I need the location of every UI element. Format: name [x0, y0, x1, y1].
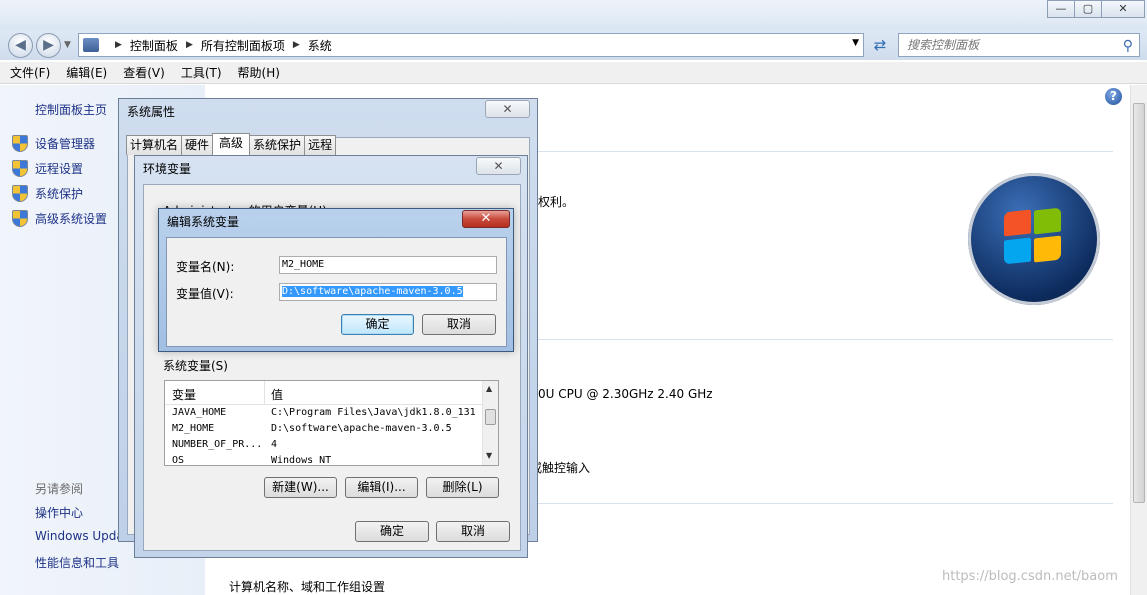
edit-variable-button[interactable]: 编辑(I)...: [345, 477, 418, 498]
help-icon[interactable]: ?: [1105, 88, 1122, 105]
variable-name-field[interactable]: M2_HOME: [279, 256, 497, 274]
sidebar-item-label: 设备管理器: [35, 137, 96, 151]
scrollbar-thumb[interactable]: [485, 409, 496, 425]
rights-text: 权利。: [538, 195, 575, 209]
tab-advanced[interactable]: 高级: [212, 133, 251, 155]
sidebar-item-label: 系统保护: [35, 187, 84, 201]
menu-help[interactable]: 帮助(H): [238, 64, 280, 81]
sidebar-item-remote-settings[interactable]: 远程设置: [12, 160, 83, 177]
tab-hardware[interactable]: 硬件: [181, 135, 214, 155]
dialog-title: 系统属性: [127, 105, 176, 119]
breadcrumb-item[interactable]: 所有控制面板项: [201, 37, 285, 54]
close-icon[interactable]: ✕: [462, 210, 510, 228]
window-controls: — ▢ ✕: [1047, 0, 1145, 18]
breadcrumb-item[interactable]: 系统: [308, 37, 332, 54]
delete-variable-button[interactable]: 删除(L): [426, 477, 499, 498]
tab-system-protection[interactable]: 系统保护: [249, 135, 306, 155]
tab-remote[interactable]: 远程: [304, 135, 337, 155]
shield-icon: [12, 160, 28, 177]
see-also-heading: 另请参阅: [35, 482, 84, 496]
address-dropdown-icon[interactable]: ▼: [852, 38, 859, 48]
sidebar-item-system-protection[interactable]: 系统保护: [12, 185, 83, 202]
cpu-text: 0U CPU @ 2.30GHz 2.40 GHz: [538, 387, 713, 401]
close-button[interactable]: ✕: [1101, 0, 1145, 18]
see-also-performance[interactable]: 性能信息和工具: [35, 554, 119, 571]
computer-name-section-heading: 计算机名称、域和工作组设置: [229, 580, 386, 594]
menu-edit[interactable]: 编辑(E): [66, 64, 107, 81]
touch-text: 或触控输入: [530, 461, 591, 475]
close-icon[interactable]: ✕: [476, 157, 521, 175]
search-icon[interactable]: ⚲: [1123, 35, 1133, 57]
dialog-title: 环境变量: [143, 162, 192, 176]
shield-icon: [12, 135, 28, 152]
sidebar-item-label: 高级系统设置: [35, 212, 108, 226]
tab-computer-name[interactable]: 计算机名: [126, 135, 183, 155]
edit-ok-button[interactable]: 确定: [341, 314, 414, 335]
menu-bar: 文件(F) 编辑(E) 查看(V) 工具(T) 帮助(H): [0, 62, 1147, 84]
window-titlebar: — ▢ ✕: [0, 0, 1147, 30]
search-box[interactable]: ⚲: [898, 33, 1140, 57]
control-panel-icon: [83, 38, 99, 52]
watermark: https://blog.csdn.net/baom: [942, 569, 1118, 584]
new-variable-button[interactable]: 新建(W)...: [264, 477, 337, 498]
menu-file[interactable]: 文件(F): [10, 64, 50, 81]
list-scrollbar[interactable]: ▲ ▼: [482, 381, 498, 465]
minimize-button[interactable]: —: [1047, 0, 1075, 18]
shield-icon: [12, 210, 28, 227]
sidebar-item-device-manager[interactable]: 设备管理器: [12, 135, 95, 152]
scroll-up-icon[interactable]: ▲: [486, 384, 492, 393]
sidebar-item-advanced-settings[interactable]: 高级系统设置: [12, 210, 107, 227]
breadcrumb-item[interactable]: 控制面板: [130, 37, 178, 54]
variable-name-label: 变量名(N):: [176, 260, 235, 274]
refresh-icon[interactable]: ⇄: [868, 34, 892, 56]
maximize-button[interactable]: ▢: [1074, 0, 1102, 18]
dialog-title: 编辑系统变量: [167, 215, 240, 229]
address-bar: ◀ ▶ ▼ ▶ 控制面板 ▶ 所有控制面板项 ▶ 系统 ▼ ⇄ ⚲: [0, 30, 1147, 60]
breadcrumb-separator-icon[interactable]: ▶: [293, 40, 300, 50]
table-row[interactable]: NUMBER_OF_PR... 4: [165, 437, 483, 453]
variable-value-label: 变量值(V):: [176, 287, 234, 301]
forward-button[interactable]: ▶: [36, 33, 61, 58]
selected-text: D:\software\apache-maven-3.0.5: [282, 286, 463, 297]
env-cancel-button[interactable]: 取消: [436, 521, 510, 542]
column-header-value[interactable]: 值: [271, 386, 283, 403]
edit-cancel-button[interactable]: 取消: [422, 314, 496, 335]
windows-logo-icon: [968, 173, 1100, 305]
tab-strip: 计算机名 硬件 高级 系统保护 远程: [126, 133, 337, 155]
close-icon[interactable]: ✕: [485, 100, 530, 118]
breadcrumb[interactable]: ▶ 控制面板 ▶ 所有控制面板项 ▶ 系统 ▼: [78, 33, 864, 57]
sidebar-item-label: 远程设置: [35, 162, 84, 176]
table-row[interactable]: M2_HOME D:\software\apache-maven-3.0.5: [165, 421, 483, 437]
table-row[interactable]: JAVA_HOME C:\Program Files\Java\jdk1.8.0…: [165, 405, 483, 421]
scrollbar-thumb[interactable]: [1133, 103, 1145, 503]
breadcrumb-separator-icon[interactable]: ▶: [115, 40, 122, 50]
env-ok-button[interactable]: 确定: [355, 521, 429, 542]
see-also-action-center[interactable]: 操作中心: [35, 504, 83, 521]
column-header-variable[interactable]: 变量: [172, 386, 196, 403]
system-vars-list[interactable]: 变量 值 JAVA_HOME C:\Program Files\Java\jdk…: [164, 380, 499, 466]
sidebar-home-link[interactable]: 控制面板主页: [35, 101, 107, 118]
table-row[interactable]: OS Windows_NT: [165, 453, 483, 465]
search-input[interactable]: [907, 38, 1107, 52]
menu-view[interactable]: 查看(V): [123, 64, 165, 81]
variable-value-field[interactable]: D:\software\apache-maven-3.0.5: [279, 283, 497, 301]
system-vars-label: 系统变量(S): [163, 359, 228, 373]
menu-tools[interactable]: 工具(T): [181, 64, 222, 81]
scroll-down-icon[interactable]: ▼: [486, 451, 492, 460]
list-header: 变量 值: [165, 381, 483, 405]
history-dropdown-icon[interactable]: ▼: [64, 40, 71, 50]
shield-icon: [12, 185, 28, 202]
back-button[interactable]: ◀: [8, 33, 33, 58]
breadcrumb-separator-icon[interactable]: ▶: [186, 40, 193, 50]
vertical-scrollbar[interactable]: [1130, 85, 1147, 595]
